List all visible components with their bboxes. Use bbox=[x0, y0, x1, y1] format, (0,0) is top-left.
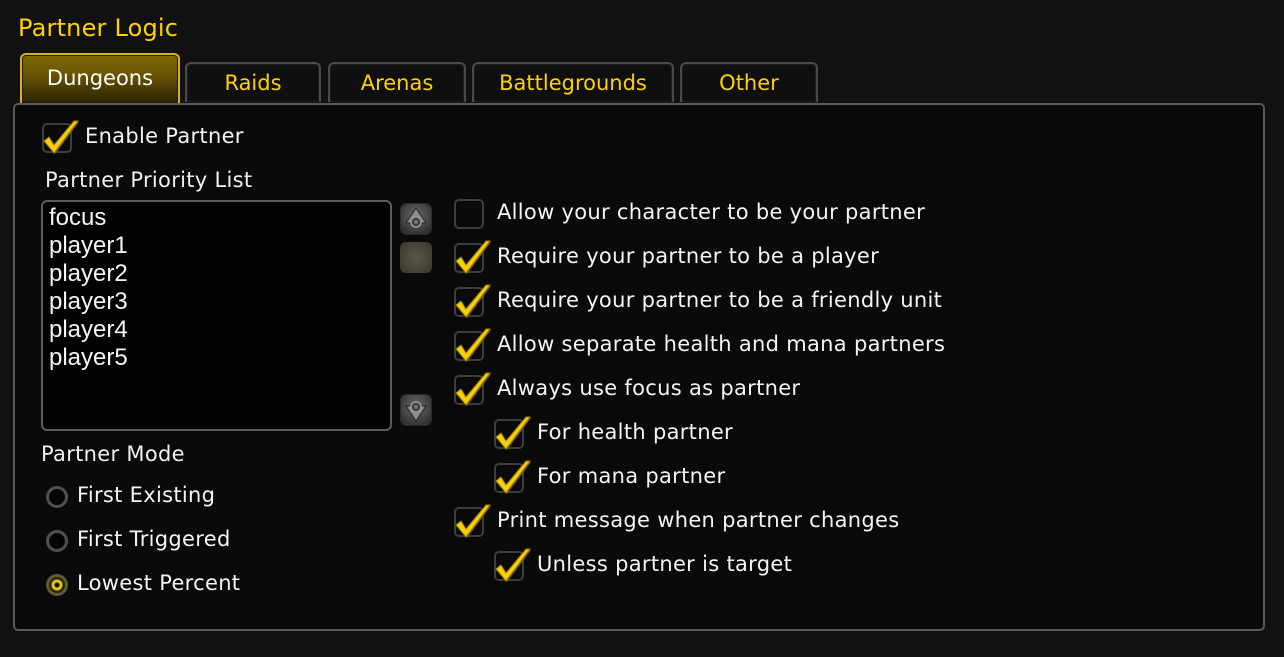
tab-dungeons[interactable]: Dungeons bbox=[20, 53, 180, 103]
checkmark-icon bbox=[455, 328, 491, 362]
mana-partner-checkbox[interactable] bbox=[494, 460, 531, 494]
radio-first-existing[interactable] bbox=[46, 486, 68, 508]
unless-target-label: Unless partner is target bbox=[537, 552, 793, 576]
allow-self-partner-checkbox[interactable] bbox=[454, 199, 484, 229]
scroll-up-button[interactable] bbox=[400, 203, 432, 235]
mana-partner-label: For mana partner bbox=[537, 464, 726, 488]
priority-list-label: Partner Priority List bbox=[45, 168, 253, 192]
allow-self-partner-label: Allow your character to be your partner bbox=[497, 200, 926, 224]
radio-lowest-percent-label: Lowest Percent bbox=[77, 571, 241, 595]
partner-mode-label: Partner Mode bbox=[41, 442, 185, 466]
tab-raids[interactable]: Raids bbox=[185, 62, 321, 102]
tab-arenas[interactable]: Arenas bbox=[328, 62, 466, 102]
list-item: focus bbox=[49, 204, 107, 231]
checkmark-icon bbox=[455, 504, 491, 538]
require-player-checkbox[interactable] bbox=[454, 240, 491, 274]
arrow-up-icon bbox=[405, 207, 427, 228]
radio-first-triggered[interactable] bbox=[46, 530, 68, 552]
priority-list-textbox[interactable]: focus player1 player2 player3 player4 pl… bbox=[41, 200, 392, 431]
focus-partner-label: Always use focus as partner bbox=[497, 376, 801, 400]
list-item: player1 bbox=[49, 232, 128, 259]
print-message-label: Print message when partner changes bbox=[497, 508, 900, 532]
list-item: player4 bbox=[49, 316, 128, 343]
checkmark-icon bbox=[495, 416, 531, 450]
health-partner-checkbox[interactable] bbox=[494, 416, 531, 450]
separate-partners-checkbox[interactable] bbox=[454, 328, 491, 362]
radio-first-triggered-label: First Triggered bbox=[77, 527, 231, 551]
tab-other[interactable]: Other bbox=[680, 62, 818, 102]
window-title: Partner Logic bbox=[18, 14, 179, 42]
checkmark-icon bbox=[455, 284, 491, 318]
list-item: player3 bbox=[49, 288, 128, 315]
enable-partner-label: Enable Partner bbox=[85, 124, 244, 148]
list-item: player5 bbox=[49, 344, 128, 371]
health-partner-label: For health partner bbox=[537, 420, 733, 444]
arrow-down-icon bbox=[405, 401, 427, 422]
checkmark-icon bbox=[455, 240, 491, 274]
checkmark-icon bbox=[43, 120, 79, 154]
separate-partners-label: Allow separate health and mana partners bbox=[497, 332, 946, 356]
radio-lowest-percent[interactable] bbox=[46, 574, 68, 596]
checkmark-icon bbox=[455, 372, 491, 406]
print-message-checkbox[interactable] bbox=[454, 504, 491, 538]
enable-partner-checkbox[interactable] bbox=[42, 120, 79, 154]
unless-target-checkbox[interactable] bbox=[494, 548, 531, 582]
require-player-label: Require your partner to be a player bbox=[497, 244, 880, 268]
radio-first-existing-label: First Existing bbox=[77, 483, 216, 507]
list-item: player2 bbox=[49, 260, 128, 287]
checkmark-icon bbox=[495, 460, 531, 494]
require-friendly-checkbox[interactable] bbox=[454, 284, 491, 318]
tab-battlegrounds[interactable]: Battlegrounds bbox=[472, 62, 674, 102]
scrollbar-thumb[interactable] bbox=[400, 242, 432, 273]
focus-partner-checkbox[interactable] bbox=[454, 372, 491, 406]
checkmark-icon bbox=[495, 548, 531, 582]
require-friendly-label: Require your partner to be a friendly un… bbox=[497, 288, 943, 312]
scroll-down-button[interactable] bbox=[400, 394, 432, 426]
